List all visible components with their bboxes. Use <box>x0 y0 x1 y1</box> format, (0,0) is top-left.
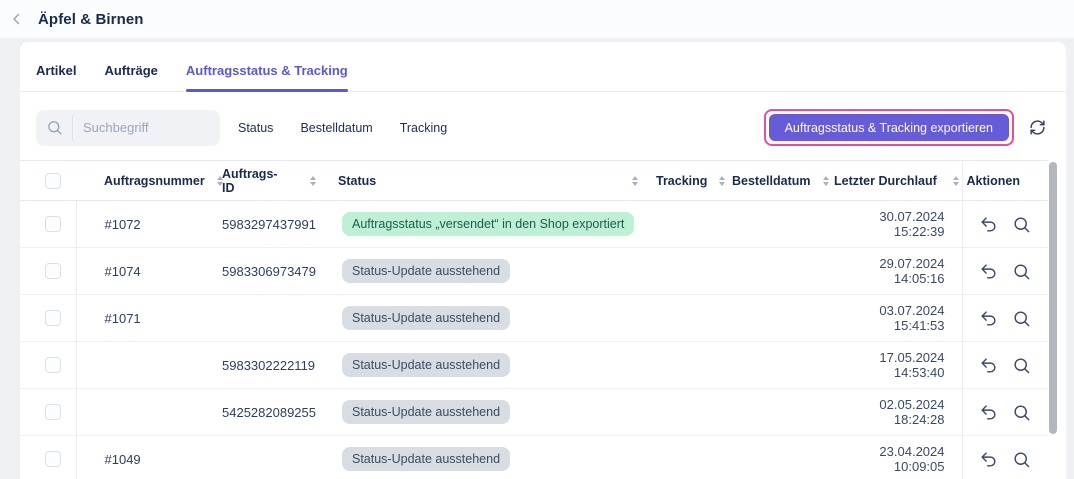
column-status: Status <box>338 174 376 188</box>
cell-tracking <box>648 389 722 436</box>
sort-icon[interactable] <box>951 174 961 188</box>
cell-bestelldatum <box>722 248 826 295</box>
table-row: #1074 5983306973479 Status-Update ausste… <box>20 248 1048 295</box>
row-checkbox[interactable] <box>45 357 61 373</box>
status-badge: Auftragsstatus „versendet“ in den Shop e… <box>342 212 634 236</box>
undo-icon[interactable] <box>979 355 999 375</box>
select-all-checkbox[interactable] <box>45 173 61 189</box>
cell-bestelldatum <box>722 201 826 248</box>
table-row: 5983302222119 Status-Update ausstehend 1… <box>20 342 1048 389</box>
cell-auftrags-id: 5983306973479 <box>190 248 318 295</box>
cell-letzter-durchlauf: 03.07.2024 15:41:53 <box>826 295 962 342</box>
tab-bar: Artikel Aufträge Auftragsstatus & Tracki… <box>20 42 1066 92</box>
filter-tracking[interactable]: Tracking <box>400 121 447 135</box>
column-letzter-durchlauf: Letzter Durchlauf <box>834 174 937 188</box>
content-card: Artikel Aufträge Auftragsstatus & Tracki… <box>20 42 1066 479</box>
back-button[interactable] <box>4 6 30 32</box>
status-badge: Status-Update ausstehend <box>342 447 510 471</box>
cell-auftrags-id: 5983302222119 <box>190 342 318 389</box>
cell-auftragsnummer <box>76 342 190 389</box>
sort-icon[interactable] <box>630 174 640 188</box>
scrollbar-thumb[interactable] <box>1049 162 1057 434</box>
search-icon <box>36 119 72 136</box>
orders-table: Auftragsnummer Auftrags-ID Status Tracki… <box>20 160 1048 479</box>
cell-tracking <box>648 295 722 342</box>
undo-icon[interactable] <box>979 449 999 469</box>
undo-icon[interactable] <box>979 402 999 422</box>
cell-bestelldatum <box>722 436 826 479</box>
cell-auftrags-id <box>190 295 318 342</box>
cell-letzter-durchlauf: 23.04.2024 10:09:05 <box>826 436 962 479</box>
cell-auftragsnummer: #1072 <box>76 201 190 248</box>
export-button[interactable]: Auftragsstatus & Tracking exportieren <box>769 114 1009 141</box>
cell-auftragsnummer: #1074 <box>76 248 190 295</box>
row-checkbox[interactable] <box>45 404 61 420</box>
tab-auftragsstatus-tracking[interactable]: Auftragsstatus & Tracking <box>186 63 348 91</box>
search-box <box>36 110 220 146</box>
status-badge: Status-Update ausstehend <box>342 306 510 330</box>
table-row: #1071 Status-Update ausstehend 03.07.202… <box>20 295 1048 342</box>
export-button-highlight: Auftragsstatus & Tracking exportieren <box>764 109 1014 146</box>
sort-icon[interactable] <box>717 174 727 188</box>
magnifier-icon[interactable] <box>1012 355 1032 375</box>
cell-letzter-durchlauf: 02.05.2024 18:24:28 <box>826 389 962 436</box>
column-bestelldatum: Bestelldatum <box>732 174 811 188</box>
sort-icon[interactable] <box>308 174 318 188</box>
scrollbar-track[interactable] <box>1049 160 1057 459</box>
magnifier-icon[interactable] <box>1012 261 1032 281</box>
column-auftragsnummer: Auftragsnummer <box>104 174 205 188</box>
cell-auftrags-id: 5425282089255 <box>190 389 318 436</box>
table-row: #1072 5983297437991 Auftragsstatus „vers… <box>20 201 1048 248</box>
cell-tracking <box>648 248 722 295</box>
undo-icon[interactable] <box>979 214 999 234</box>
magnifier-icon[interactable] <box>1012 214 1032 234</box>
page-title: Äpfel & Birnen <box>38 11 144 28</box>
cell-auftragsnummer: #1049 <box>76 436 190 479</box>
filter-bar: Status Bestelldatum Tracking <box>238 121 447 135</box>
magnifier-icon[interactable] <box>1012 402 1032 422</box>
cell-letzter-durchlauf: 30.07.2024 15:22:39 <box>826 201 962 248</box>
column-tracking: Tracking <box>656 174 707 188</box>
cell-letzter-durchlauf: 17.05.2024 14:53:40 <box>826 342 962 389</box>
search-input[interactable] <box>73 120 203 135</box>
status-badge: Status-Update ausstehend <box>342 353 510 377</box>
table-header-row: Auftragsnummer Auftrags-ID Status Tracki… <box>20 161 1048 201</box>
undo-icon[interactable] <box>979 261 999 281</box>
magnifier-icon[interactable] <box>1012 308 1032 328</box>
table-row: #1049 Status-Update ausstehend 23.04.202… <box>20 436 1048 479</box>
cell-letzter-durchlauf: 29.07.2024 14:05:16 <box>826 248 962 295</box>
cell-tracking <box>648 436 722 479</box>
refresh-icon <box>1029 119 1046 136</box>
status-badge: Status-Update ausstehend <box>342 400 510 424</box>
cell-tracking <box>648 201 722 248</box>
refresh-button[interactable] <box>1024 115 1050 141</box>
magnifier-icon[interactable] <box>1012 449 1032 469</box>
row-checkbox[interactable] <box>45 216 61 232</box>
sort-icon[interactable] <box>821 174 831 188</box>
chevron-left-icon <box>8 10 26 28</box>
table-row: 5425282089255 Status-Update ausstehend 0… <box>20 389 1048 436</box>
cell-bestelldatum <box>722 295 826 342</box>
tab-auftraege[interactable]: Aufträge <box>104 63 157 91</box>
tab-artikel[interactable]: Artikel <box>36 63 76 91</box>
cell-bestelldatum <box>722 342 826 389</box>
cell-auftragsnummer: #1071 <box>76 295 190 342</box>
cell-auftrags-id <box>190 436 318 479</box>
row-checkbox[interactable] <box>45 263 61 279</box>
filter-bestelldatum[interactable]: Bestelldatum <box>300 121 372 135</box>
row-checkbox[interactable] <box>45 310 61 326</box>
filter-status[interactable]: Status <box>238 121 273 135</box>
cell-auftrags-id: 5983297437991 <box>190 201 318 248</box>
cell-tracking <box>648 342 722 389</box>
cell-auftragsnummer <box>76 389 190 436</box>
cell-bestelldatum <box>722 389 826 436</box>
top-bar: Äpfel & Birnen <box>0 0 1074 38</box>
column-auftrags-id: Auftrags-ID <box>222 167 288 195</box>
status-badge: Status-Update ausstehend <box>342 259 510 283</box>
toolbar: Status Bestelldatum Tracking Auftragssta… <box>20 92 1066 160</box>
row-checkbox[interactable] <box>45 451 61 467</box>
column-aktionen: Aktionen <box>967 174 1020 188</box>
undo-icon[interactable] <box>979 308 999 328</box>
